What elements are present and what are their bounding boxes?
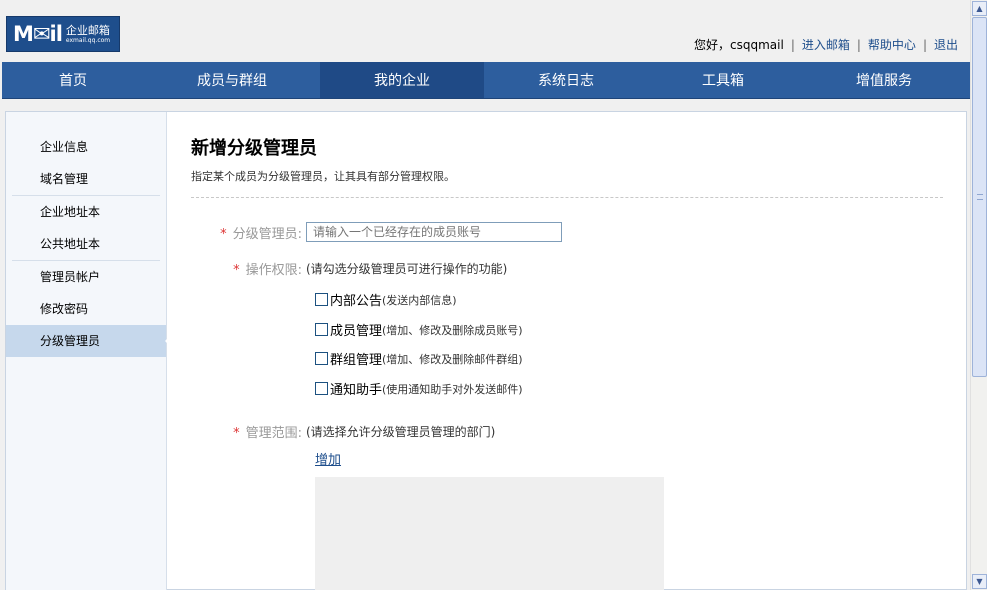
scope-row: * 管理范围: (请选择允许分级管理员管理的部门) xyxy=(191,422,495,441)
exmail-logo[interactable]: M✉il 企业邮箱 exmail.qq.com xyxy=(6,16,120,52)
permission-title: 成员管理 xyxy=(330,324,383,339)
permission-desc: (增加、修改及删除邮件群组) xyxy=(382,352,523,366)
permission-item[interactable]: 成员管理 (增加、修改及删除成员账号) xyxy=(315,320,523,339)
main-nav: 首页 成员与群组 我的企业 系统日志 工具箱 增值服务 xyxy=(2,62,970,99)
permission-title: 群组管理 xyxy=(330,353,383,368)
sidebar-item-change-password[interactable]: 修改密码 xyxy=(6,293,166,325)
logo-cn: 企业邮箱 xyxy=(65,23,110,37)
admin-account-row: * 分级管理员: xyxy=(191,222,562,242)
permission-desc: (增加、修改及删除成员账号) xyxy=(382,323,523,337)
separator: | xyxy=(856,37,861,52)
permission-row: * 操作权限: (请勾选分级管理员可进行操作的功能) xyxy=(191,259,507,278)
arrow-up-icon: ▲ xyxy=(976,4,983,13)
admin-account-label: * 分级管理员: xyxy=(220,226,302,242)
sidebar-item-sub-admin[interactable]: 分级管理员 xyxy=(6,325,173,357)
required-star: * xyxy=(233,426,240,441)
sidebar-item-domain[interactable]: 域名管理 xyxy=(6,163,166,195)
nav-value-added[interactable]: 增值服务 xyxy=(798,62,970,98)
logout-link[interactable]: 退出 xyxy=(934,36,958,53)
scope-label: * 管理范围: xyxy=(233,426,302,441)
logo-text: 企业邮箱 exmail.qq.com xyxy=(66,24,110,45)
scroll-thumb[interactable] xyxy=(972,17,987,377)
group-manage-checkbox[interactable] xyxy=(315,352,328,365)
announcement-checkbox[interactable] xyxy=(315,293,328,306)
page-title: 新增分级管理员 xyxy=(191,138,317,159)
permission-label: * 操作权限: xyxy=(233,263,302,278)
sidebar-item-enterprise-info[interactable]: 企业信息 xyxy=(6,131,166,163)
main-content: 新增分级管理员 指定某个成员为分级管理员，让其具有部分管理权限。 * 分级管理员:… xyxy=(191,112,943,590)
permission-title: 通知助手 xyxy=(330,383,383,398)
logo-en: exmail.qq.com xyxy=(65,36,111,44)
sidebar-item-admin-account[interactable]: 管理员帐户 xyxy=(6,261,166,293)
department-list-box[interactable] xyxy=(315,477,664,590)
user-bar: 您好，csqqmail | 进入邮箱 | 帮助中心 | 退出 xyxy=(694,36,958,53)
grip-icon xyxy=(977,194,983,200)
required-star: * xyxy=(233,263,240,278)
nav-home[interactable]: 首页 xyxy=(2,62,144,98)
page-subtitle: 指定某个成员为分级管理员，让其具有部分管理权限。 xyxy=(191,170,455,183)
scroll-down-button[interactable]: ▼ xyxy=(972,574,987,589)
sidebar-item-public-addressbook[interactable]: 公共地址本 xyxy=(6,228,166,260)
nav-toolbox[interactable]: 工具箱 xyxy=(648,62,798,98)
user-greeting: 您好，csqqmail xyxy=(694,38,784,52)
arrow-down-icon: ▼ xyxy=(976,577,983,586)
permission-item[interactable]: 群组管理 (增加、修改及删除邮件群组) xyxy=(315,349,523,368)
scope-hint: (请选择允许分级管理员管理的部门) xyxy=(306,425,496,439)
permission-item[interactable]: 通知助手 (使用通知助手对外发送邮件) xyxy=(315,379,523,398)
nav-system-log[interactable]: 系统日志 xyxy=(484,62,648,98)
required-star: * xyxy=(220,226,227,242)
sidebar: 企业信息 域名管理 企业地址本 公共地址本 管理员帐户 修改密码 分级管理员 xyxy=(6,112,173,590)
notify-assistant-checkbox[interactable] xyxy=(315,382,328,395)
permission-hint: (请勾选分级管理员可进行操作的功能) xyxy=(306,262,508,276)
enter-mailbox-link[interactable]: 进入邮箱 xyxy=(802,36,850,53)
header: M✉il 企业邮箱 exmail.qq.com 您好，csqqmail | 进入… xyxy=(0,0,970,62)
permission-desc: (发送内部信息) xyxy=(382,293,457,307)
nav-my-enterprise[interactable]: 我的企业 xyxy=(320,62,484,98)
add-department-link[interactable]: 增加 xyxy=(315,449,341,468)
sidebar-item-enterprise-addressbook[interactable]: 企业地址本 xyxy=(6,196,166,228)
permission-title: 内部公告 xyxy=(330,294,383,309)
content-panel: 企业信息 域名管理 企业地址本 公共地址本 管理员帐户 修改密码 分级管理员 新… xyxy=(5,111,967,590)
logo-mark: M✉il xyxy=(13,22,63,46)
separator: | xyxy=(790,37,795,52)
permission-item[interactable]: 内部公告 (发送内部信息) xyxy=(315,290,457,309)
page-scrollbar[interactable]: ▲ ▼ xyxy=(970,0,987,590)
separator: | xyxy=(922,37,927,52)
help-center-link[interactable]: 帮助中心 xyxy=(868,36,916,53)
dashed-divider xyxy=(191,197,943,198)
admin-page: M✉il 企业邮箱 exmail.qq.com 您好，csqqmail | 进入… xyxy=(0,0,987,590)
scroll-up-button[interactable]: ▲ xyxy=(972,1,987,16)
permission-desc: (使用通知助手对外发送邮件) xyxy=(382,382,523,396)
admin-account-input[interactable] xyxy=(306,222,562,242)
nav-members-groups[interactable]: 成员与群组 xyxy=(144,62,320,98)
member-manage-checkbox[interactable] xyxy=(315,323,328,336)
